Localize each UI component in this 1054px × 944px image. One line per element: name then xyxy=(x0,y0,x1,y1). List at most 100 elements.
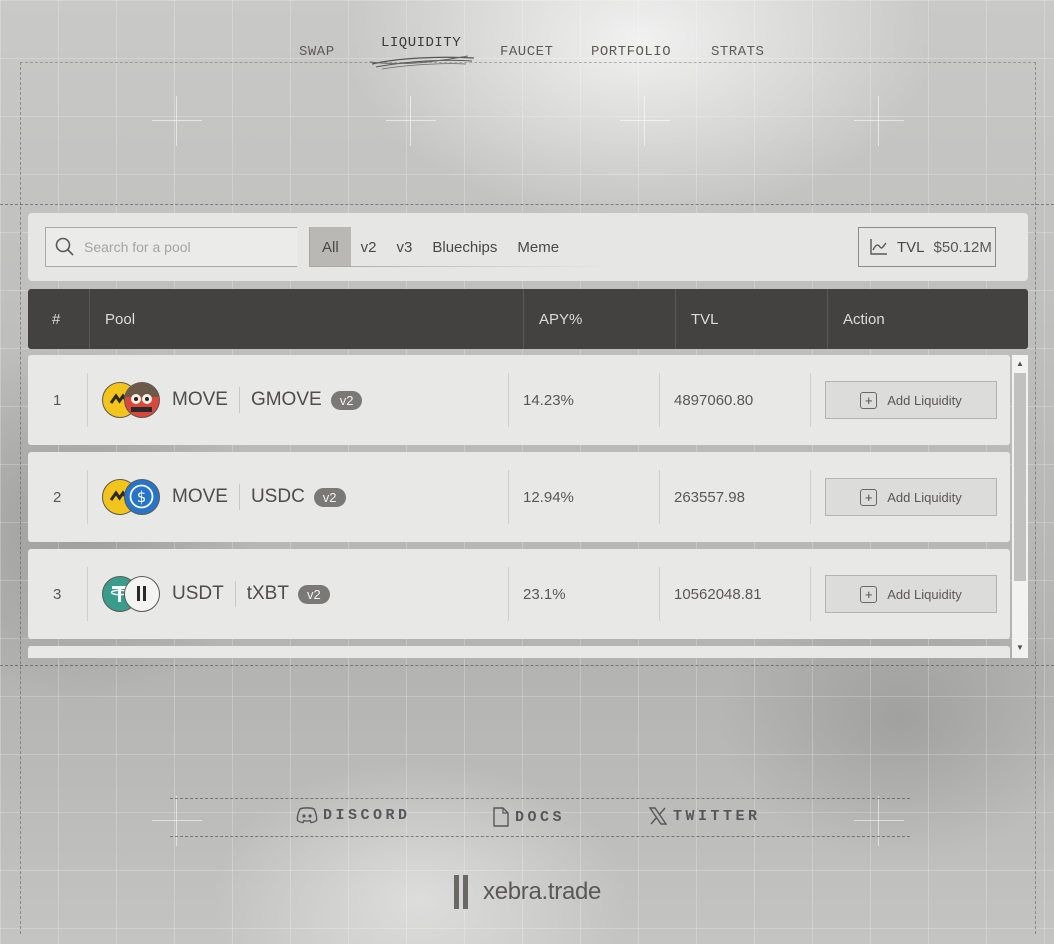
tvl-value-cell: 4897060.80 xyxy=(674,391,754,409)
docs-label: DOCS xyxy=(515,808,566,826)
footer-divider-top xyxy=(170,798,910,799)
filters-underline xyxy=(309,266,609,267)
token-pair-icons: $ xyxy=(102,479,162,515)
total-tvl: TVL $50.12M xyxy=(858,227,996,267)
liquidity-panel: All v2 v3 Bluechips Meme TVL $50.12M # P… xyxy=(28,213,1028,658)
decor-cross xyxy=(854,96,904,146)
add-liquidity-button[interactable]: + Add Liquidity xyxy=(825,381,997,419)
txbt-token-icon xyxy=(124,576,160,612)
pair-divider xyxy=(238,387,240,413)
token-pair-icons xyxy=(102,382,162,418)
cell-divider xyxy=(810,373,811,427)
version-badge: v2 xyxy=(297,584,330,604)
search-icon xyxy=(55,237,74,256)
token-b-symbol: tXBT xyxy=(246,583,289,604)
pair-divider xyxy=(238,484,240,510)
discord-link[interactable]: DISCORD xyxy=(296,806,411,824)
pool-pair: $ MOVE USDC v2 xyxy=(102,452,346,542)
add-liquidity-button[interactable]: + Add Liquidity xyxy=(825,575,997,613)
nav-portfolio[interactable]: PORTFOLIO xyxy=(591,44,671,60)
decor-cross xyxy=(152,796,202,846)
row-index: 2 xyxy=(53,488,62,506)
tvl-value-cell: 263557.98 xyxy=(674,488,745,506)
filter-v2[interactable]: v2 xyxy=(351,227,387,267)
decor-cross xyxy=(620,96,670,146)
search-input[interactable] xyxy=(84,239,284,255)
table-row xyxy=(28,646,1010,658)
pool-list-scrollbar[interactable]: ▲ ▼ xyxy=(1012,355,1028,658)
gmove-token-icon xyxy=(124,382,160,418)
usdc-token-icon: $ xyxy=(124,479,160,515)
apy-value: 14.23% xyxy=(523,391,574,409)
xebra-logo-icon xyxy=(454,875,468,909)
docs-icon xyxy=(493,807,509,827)
pool-pair: USDT tXBT v2 xyxy=(102,549,330,639)
cell-divider xyxy=(508,373,509,427)
scroll-thumb[interactable] xyxy=(1014,373,1026,581)
cell-divider xyxy=(508,470,509,524)
decor-cross xyxy=(152,96,202,146)
table-row: 1 MOVE GMOVE v2 14.23% 4897060.80 + Add … xyxy=(28,355,1010,445)
version-badge: v2 xyxy=(313,487,346,507)
token-b-symbol: GMOVE xyxy=(250,389,322,410)
nav-liquidity[interactable]: LIQUIDITY xyxy=(381,35,461,51)
table-header: # Pool APY% TVL Action xyxy=(28,289,1028,349)
nav-swap[interactable]: SWAP xyxy=(299,44,335,60)
cell-divider xyxy=(508,567,509,621)
pool-list: 1 MOVE GMOVE v2 14.23% 4897060.80 + Add … xyxy=(28,355,1012,658)
brand[interactable]: xebra.trade xyxy=(451,874,601,910)
cell-divider xyxy=(810,567,811,621)
tvl-value: $50.12M xyxy=(933,238,992,256)
plus-icon: + xyxy=(860,488,878,506)
twitter-link[interactable]: TWITTER xyxy=(648,806,761,826)
scroll-down-icon[interactable]: ▼ xyxy=(1016,643,1024,652)
add-liquidity-label: Add Liquidity xyxy=(887,586,962,602)
header-pool: Pool xyxy=(89,289,523,349)
pool-pair: MOVE GMOVE v2 xyxy=(102,355,363,445)
table-row: 3 USDT tXBT v2 23.1% 10562048.81 + Add L… xyxy=(28,549,1010,639)
top-nav: SWAP LIQUIDITY FAUCET PORTFOLIO STRATS xyxy=(0,34,1054,74)
nav-faucet[interactable]: FAUCET xyxy=(500,44,553,60)
add-liquidity-button[interactable]: + Add Liquidity xyxy=(825,478,997,516)
token-a-symbol: MOVE xyxy=(172,389,228,410)
footer-divider-bottom xyxy=(170,836,910,837)
filter-bluechips[interactable]: Bluechips xyxy=(422,227,507,267)
filter-tabs: All v2 v3 Bluechips Meme xyxy=(309,227,569,267)
cell-divider xyxy=(810,470,811,524)
tvl-value-cell: 10562048.81 xyxy=(674,585,762,603)
header-action: Action xyxy=(827,289,1017,349)
cell-divider xyxy=(659,567,660,621)
token-b-symbol: USDC xyxy=(250,486,305,507)
pair-divider xyxy=(234,581,236,607)
twitter-label: TWITTER xyxy=(673,807,761,825)
add-liquidity-label: Add Liquidity xyxy=(887,489,962,505)
cell-divider xyxy=(659,373,660,427)
brand-name: xebra.trade xyxy=(483,878,602,905)
discord-label: DISCORD xyxy=(323,806,411,824)
cell-divider xyxy=(87,470,88,524)
search-box xyxy=(45,227,297,267)
filter-all[interactable]: All xyxy=(310,227,351,267)
plus-icon: + xyxy=(860,585,878,603)
filter-v3[interactable]: v3 xyxy=(387,227,423,267)
header-index: # xyxy=(52,310,61,328)
discord-icon xyxy=(296,807,318,824)
cell-divider xyxy=(87,567,88,621)
plus-icon: + xyxy=(860,391,878,409)
decor-cross xyxy=(386,96,436,146)
header-tvl: TVL xyxy=(675,289,827,349)
tvl-label: TVL xyxy=(897,238,925,256)
x-twitter-icon xyxy=(648,807,668,825)
filter-meme[interactable]: Meme xyxy=(507,227,569,267)
decor-cross xyxy=(854,796,904,846)
active-nav-scribble xyxy=(369,55,475,70)
cell-divider xyxy=(87,373,88,427)
nav-strats[interactable]: STRATS xyxy=(711,44,764,60)
token-a-symbol: USDT xyxy=(172,583,224,604)
scroll-up-icon[interactable]: ▲ xyxy=(1016,359,1024,368)
row-index: 1 xyxy=(53,391,62,409)
apy-value: 12.94% xyxy=(523,488,574,506)
apy-value: 23.1% xyxy=(523,585,566,603)
docs-link[interactable]: DOCS xyxy=(492,806,565,828)
pool-toolbar: All v2 v3 Bluechips Meme TVL $50.12M xyxy=(28,213,1028,281)
